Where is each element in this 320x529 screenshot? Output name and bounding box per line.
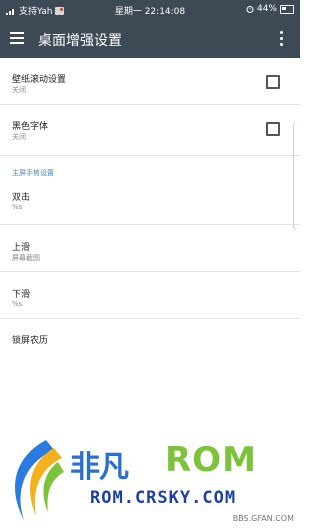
bbs-url-text: BBS.GFAN.COM: [232, 514, 294, 523]
page-title: 桌面增强设置: [38, 33, 122, 49]
setting-black-font[interactable]: 黑色字体 关闭: [0, 105, 300, 156]
swoosh-logo-icon: [15, 440, 64, 520]
setting-title: 双击: [12, 193, 31, 203]
watermark-logo: 非凡 ROM ROM.CRSKY.COM BBS.GFAN.COM: [0, 430, 300, 529]
brand-url-text: ROM.CRSKY.COM: [90, 488, 237, 508]
settings-list: 壁纸滚动设置 关闭 黑色字体 关闭 主屏手势设置 双击 %s 上滑 屏幕截图 下…: [0, 58, 300, 361]
wallpaper-scroll-checkbox[interactable]: [266, 75, 280, 89]
status-bar: 支持Yah 星期一 22:14:08 44%: [0, 0, 300, 20]
status-right: 44%: [246, 4, 294, 14]
setting-title: 上滑: [12, 243, 31, 253]
setting-lockscreen-lunar[interactable]: 锁屏农历: [0, 319, 300, 361]
battery-percent: 44%: [256, 4, 277, 14]
setting-summary: %s: [12, 300, 23, 308]
app-bar: 桌面增强设置: [0, 20, 300, 58]
alarm-icon: [246, 6, 254, 13]
brand-rom-text: ROM: [165, 440, 257, 480]
setting-title: 下滑: [12, 290, 31, 300]
overflow-menu-icon[interactable]: [280, 31, 284, 47]
setting-swipe-up[interactable]: 上滑 屏幕截图: [0, 225, 300, 272]
menu-icon[interactable]: [10, 32, 24, 44]
setting-double-tap[interactable]: 主屏手势设置 双击 %s: [0, 156, 300, 225]
setting-summary: 关闭: [12, 133, 26, 141]
setting-title: 壁纸滚动设置: [12, 75, 67, 85]
setting-title: 黑色字体: [12, 122, 49, 132]
setting-swipe-down[interactable]: 下滑 %s: [0, 272, 300, 319]
setting-summary: %s: [12, 203, 23, 211]
setting-title: 锁屏农历: [12, 336, 49, 346]
brand-cn-text: 非凡: [70, 450, 129, 485]
scroll-edge-indicator: [293, 120, 300, 232]
setting-wallpaper-scroll[interactable]: 壁纸滚动设置 关闭: [0, 58, 300, 105]
section-header: 主屏手势设置: [12, 169, 54, 177]
setting-summary: 关闭: [12, 86, 26, 94]
black-font-checkbox[interactable]: [266, 122, 280, 136]
setting-summary: 屏幕截图: [12, 254, 40, 262]
battery-icon: [280, 4, 294, 14]
